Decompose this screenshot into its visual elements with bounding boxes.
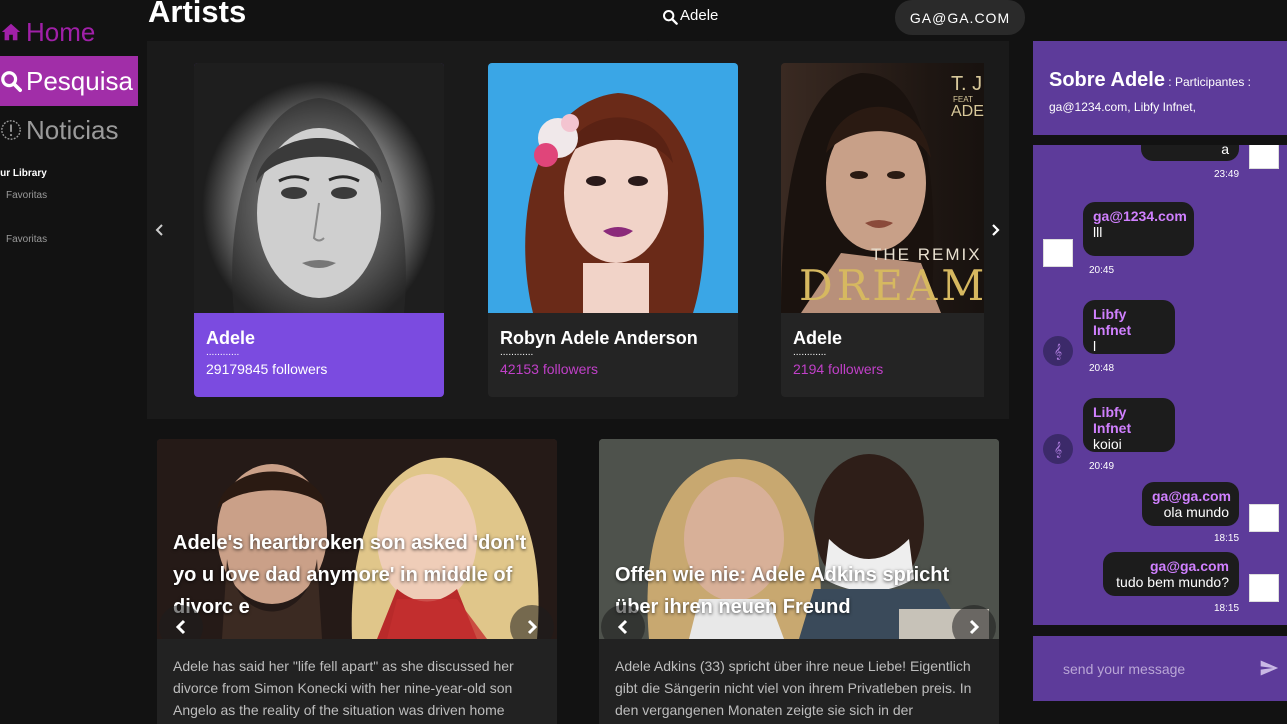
chat-message: ga@ga.com ola mundo [1142,482,1239,526]
chevron-left-icon [155,224,163,236]
nav-news-label: Noticias [26,114,119,145]
artist-followers: 2194 followers [793,361,884,377]
send-icon [1260,660,1279,676]
chat-title: Sobre Adele [1049,69,1165,91]
user-avatar [1043,239,1073,267]
message-text: ola mundo [1163,504,1229,520]
news-image: Offen wie nie: Adele Adkins spricht über… [599,439,999,639]
message-time: 20:49 [1089,461,1115,472]
library-item-favoritas[interactable]: Favoritas [6,234,47,245]
chat-participants-label: : Participantes : [1164,75,1252,89]
news-body: Adele Adkins (33) spricht über ihre neue… [615,658,972,718]
chat-message: Libfy Infnet koioi [1083,398,1175,452]
message-time: 20:45 [1089,265,1115,276]
message-text: koioi [1093,436,1122,452]
nav-home[interactable]: Home [0,7,95,57]
artist-dots: ............ [206,347,240,358]
home-icon [0,19,22,45]
message-time: 20:48 [1089,363,1115,374]
chevron-right-icon [969,619,980,635]
artist-card[interactable]: Adele ............ 29179845 followers [194,63,444,397]
send-button[interactable] [1259,658,1279,683]
chevron-left-icon [175,619,186,635]
news-title: Adele's heartbroken son asked 'don't yo … [173,532,527,618]
chat-message: Libfy Infnet l [1083,300,1175,354]
user-avatar [1249,145,1279,169]
carousel-prev-button[interactable] [148,218,172,242]
search-icon [663,10,678,25]
message-text: tudo bem mundo? [1116,574,1229,590]
artist-name: Adele [206,328,256,348]
artist-name: Robyn Adele Anderson [500,328,698,348]
artist-image: T. J FEAT ADE THE REMIX DREAM [781,63,984,313]
search-input[interactable] [680,7,880,24]
artist-name: Adele [793,328,843,348]
chat-participants: ga@1234.com, Libfy Infnet, [1049,100,1196,114]
alert-icon [0,117,22,143]
artist-card[interactable]: Robyn Adele Anderson ............ 42153 … [488,63,738,397]
album-text-tj: T. J [951,73,983,95]
nav-search[interactable]: Pesquisa [0,56,138,106]
chevron-right-icon [992,224,1000,236]
library-title: our Library [0,168,47,179]
message-time: 23:49 [1214,169,1240,180]
nav-news[interactable]: Noticias [0,105,118,155]
artist-card[interactable]: T. J FEAT ADE THE REMIX DREAM Adele ....… [781,63,984,397]
artist-track: Adele ............ 29179845 followers Ro… [194,63,984,403]
news-title: Offen wie nie: Adele Adkins spricht über… [615,564,950,618]
bot-avatar: 𝄞 [1043,434,1073,464]
message-text: l [1093,338,1097,354]
user-avatar [1249,504,1279,532]
bot-avatar: 𝄞 [1043,336,1073,366]
news-card[interactable]: Offen wie nie: Adele Adkins spricht über… [599,439,999,724]
message-author: Libfy Infnet [1093,306,1132,338]
search-icon [0,68,22,94]
message-author: ga@1234.com [1093,208,1187,224]
user-account-button[interactable]: GA@GA.COM [895,0,1025,35]
news-card[interactable]: Adele's heartbroken son asked 'don't yo … [157,439,557,724]
message-text: lll [1093,224,1103,240]
chat-message: ga@1234.com lll [1083,202,1194,256]
chat-message: ga@ga.com tudo bem mundo? [1103,552,1239,596]
chat-message: a [1141,145,1239,161]
artist-dots: ............ [500,347,534,358]
artist-followers: 42153 followers [500,361,599,377]
album-text-dream: DREAM [799,261,984,310]
chevron-right-icon [527,619,538,635]
sidebar: Home Pesquisa Noticias our Library Favor… [0,0,138,724]
chat-composer [1033,636,1287,701]
news-body: Adele has said her "life fell apart" as … [173,658,514,718]
message-text: a [1221,145,1229,157]
artist-followers: 29179845 followers [206,361,328,377]
artists-carousel: Adele ............ 29179845 followers Ro… [147,41,1009,419]
nav-search-label: Pesquisa [26,65,133,96]
artist-dots: ............ [793,347,827,358]
user-avatar [1249,574,1279,602]
library-item-favoritas[interactable]: Favoritas [6,190,47,201]
search-bar [646,0,896,44]
album-text-ade: ADE [951,103,984,120]
nav-home-label: Home [26,16,96,47]
news-image: Adele's heartbroken son asked 'don't yo … [157,439,557,639]
message-author: ga@ga.com [1149,558,1229,574]
page-title: Artists [148,0,247,29]
message-time: 18:15 [1214,533,1240,544]
carousel-next-button[interactable] [983,218,1007,242]
chat-messages: a 23:49 ga@1234.com lll 20:45 Libfy Infn… [1033,145,1287,625]
message-time: 18:15 [1214,603,1240,614]
message-author: ga@ga.com [1152,488,1232,504]
chevron-left-icon [617,619,628,635]
message-author: Libfy Infnet [1093,404,1132,436]
chat-header: Sobre Adele : Participantes : ga@1234.co… [1033,41,1287,135]
message-input[interactable] [1063,660,1243,677]
artist-image [488,63,738,313]
artist-image [194,63,444,313]
